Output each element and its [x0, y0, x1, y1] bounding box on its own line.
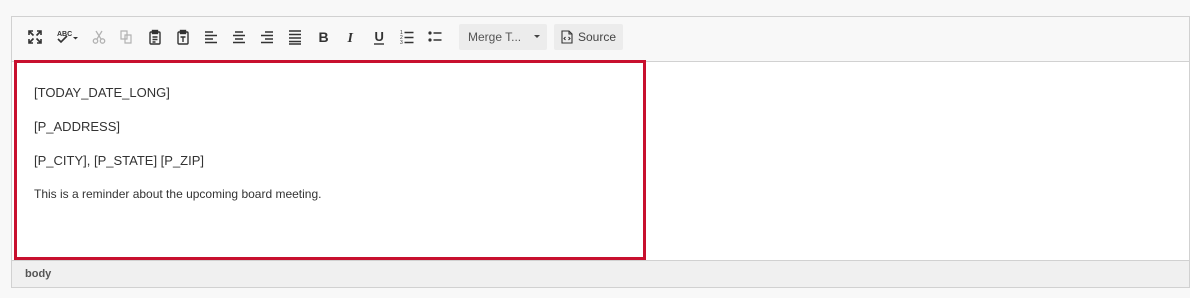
italic-icon[interactable]: I	[339, 25, 363, 49]
align-right-icon[interactable]	[255, 25, 279, 49]
numbered-list-icon[interactable]: 123	[395, 25, 419, 49]
svg-text:B: B	[319, 29, 329, 45]
cut-icon[interactable]	[87, 25, 111, 49]
bulleted-list-icon[interactable]	[423, 25, 447, 49]
merge-tags-dropdown[interactable]: Merge T...	[459, 24, 547, 50]
content-line-date: [TODAY_DATE_LONG]	[34, 85, 170, 100]
svg-text:I: I	[347, 31, 354, 45]
chevron-down-icon	[534, 35, 540, 38]
rich-text-editor: ABC B I U 1 2 3 Merge T... Source [TODAY…	[11, 16, 1190, 288]
svg-text:U: U	[375, 29, 384, 44]
justify-icon[interactable]	[283, 25, 307, 49]
underline-icon[interactable]: U	[367, 25, 391, 49]
source-icon	[560, 30, 574, 44]
align-left-icon[interactable]	[199, 25, 223, 49]
copy-icon[interactable]	[114, 25, 138, 49]
element-path-body[interactable]: body	[25, 268, 51, 280]
maximize-icon[interactable]	[23, 25, 47, 49]
source-label: Source	[578, 30, 617, 44]
editor-content-area[interactable]: [TODAY_DATE_LONG] [P_ADDRESS] [P_CITY], …	[14, 60, 646, 260]
merge-tags-label: Merge T...	[468, 30, 522, 44]
editor-toolbar: ABC B I U 1 2 3 Merge T... Source	[12, 17, 1189, 62]
content-line-message: This is a reminder about the upcoming bo…	[34, 187, 322, 201]
content-line-address: [P_ADDRESS]	[34, 119, 120, 134]
paste-text-icon[interactable]	[171, 25, 195, 49]
source-button[interactable]: Source	[554, 24, 623, 50]
paste-icon[interactable]	[143, 25, 167, 49]
svg-text:ABC: ABC	[57, 31, 72, 38]
align-center-icon[interactable]	[227, 25, 251, 49]
svg-text:3: 3	[400, 40, 403, 45]
spellcheck-icon[interactable]: ABC	[54, 25, 82, 49]
element-path-bar: body	[12, 260, 1189, 287]
content-line-city-state-zip: [P_CITY], [P_STATE] [P_ZIP]	[34, 153, 205, 168]
bold-icon[interactable]: B	[311, 25, 335, 49]
